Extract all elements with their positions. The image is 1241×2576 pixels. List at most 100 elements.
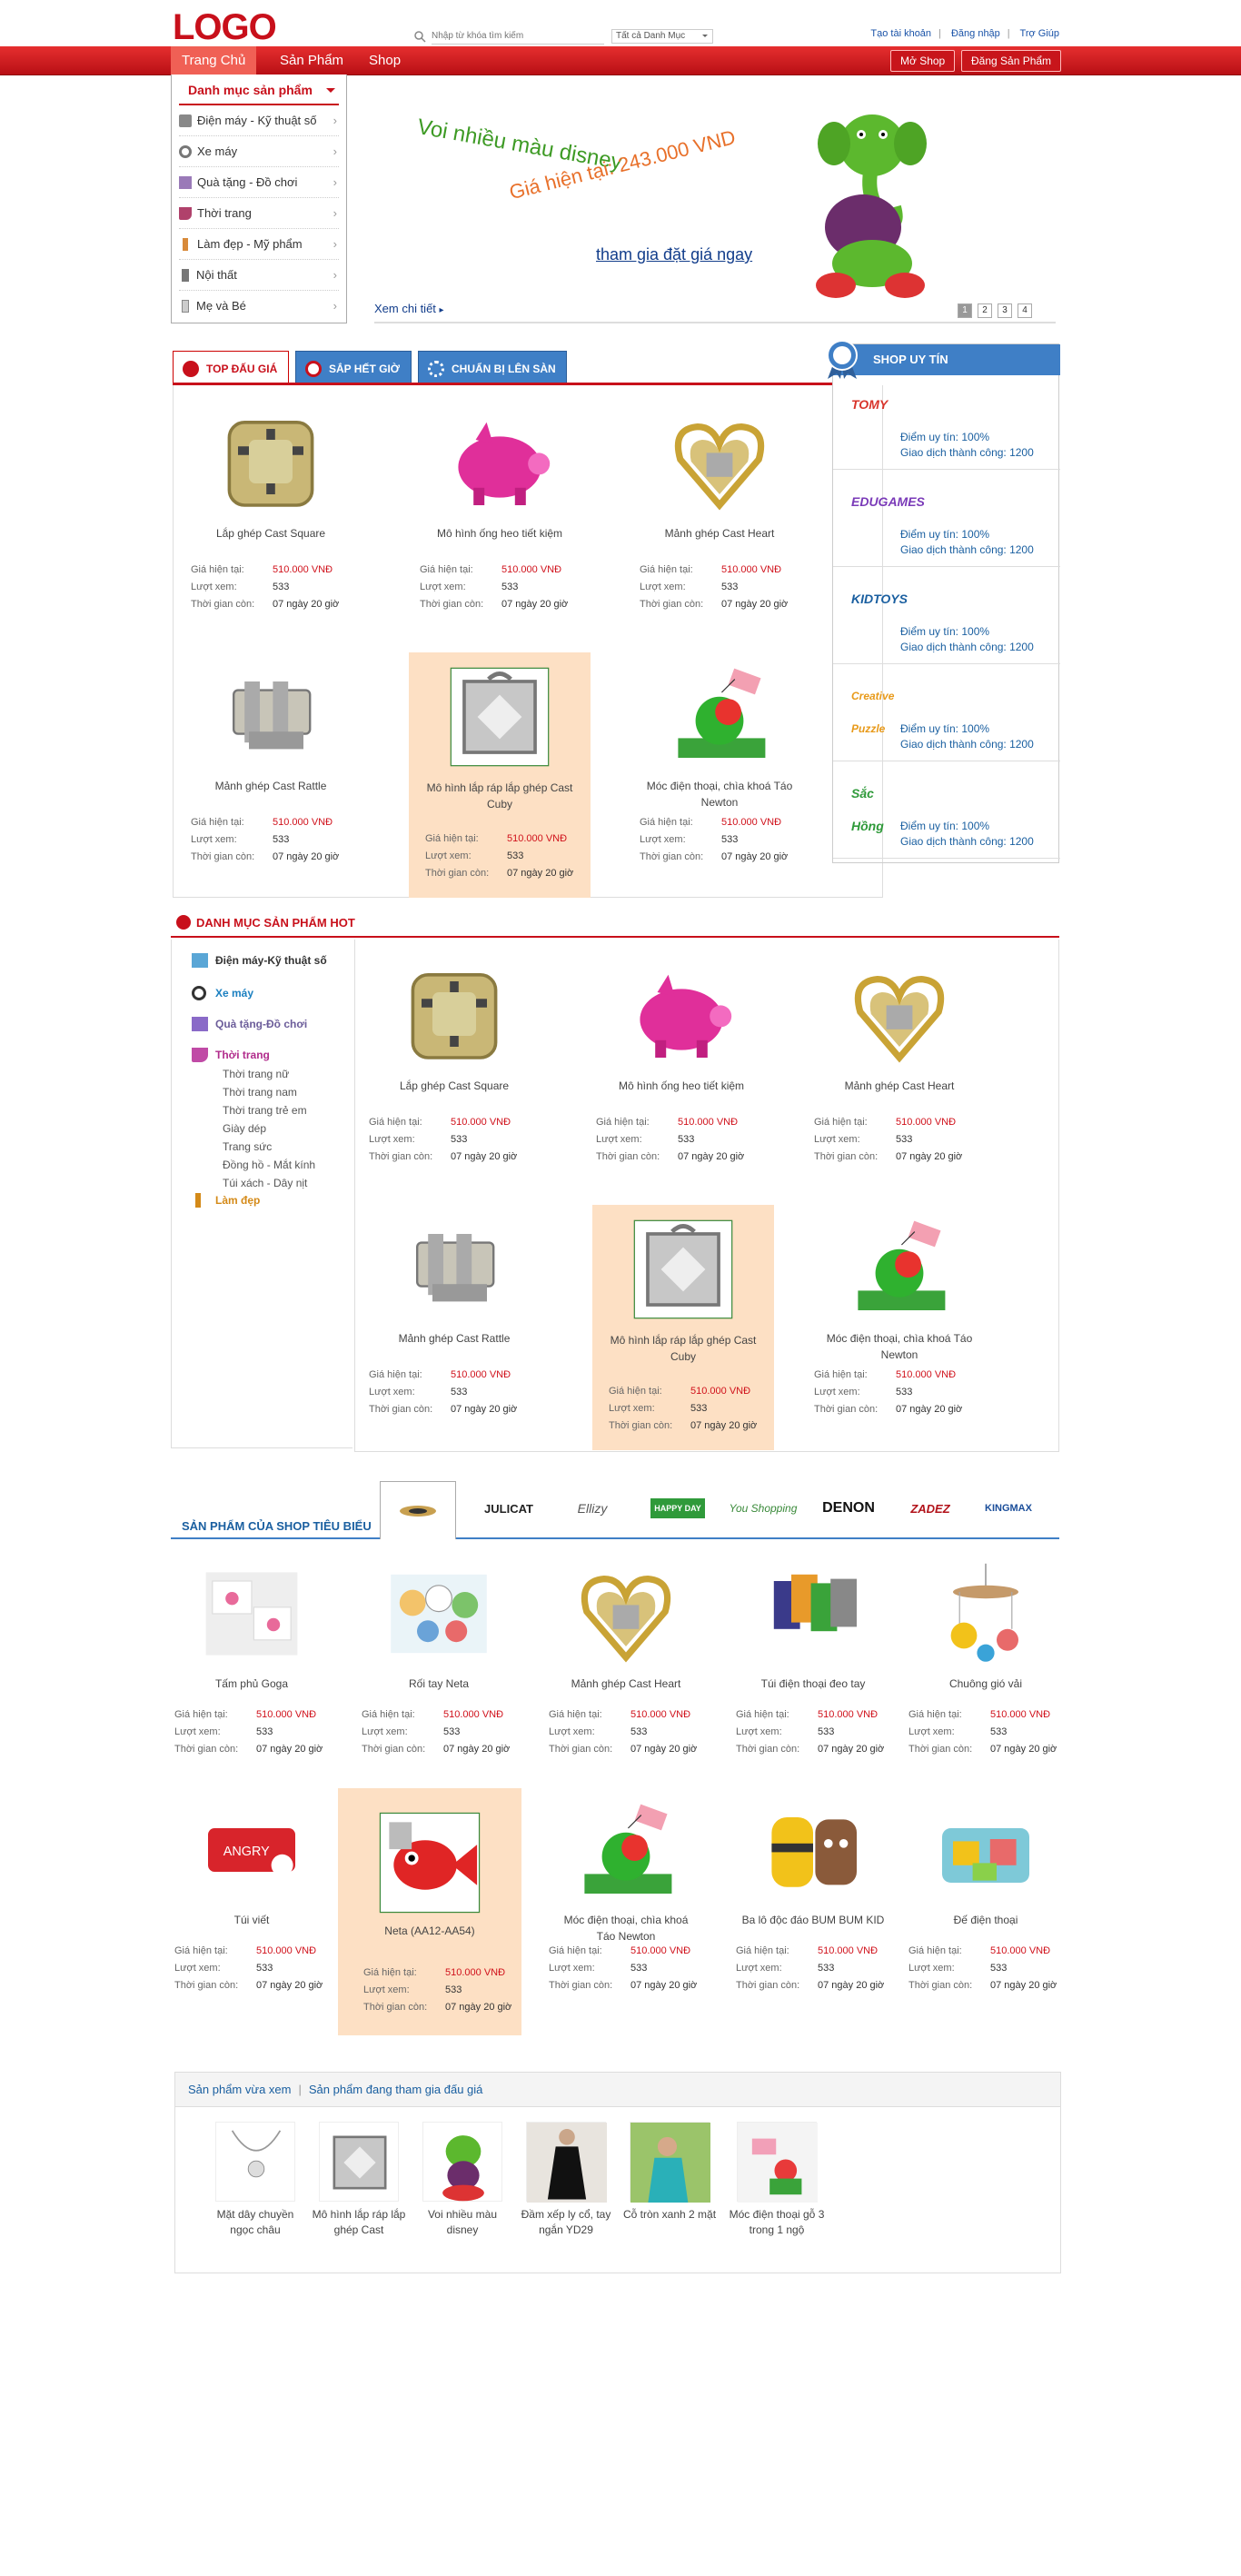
- product-name[interactable]: Mảnh ghép Cast Rattle: [189, 778, 352, 794]
- recent-item-name[interactable]: Cỗ tròn xanh 2 mặt: [619, 2207, 720, 2223]
- banner-page-2[interactable]: 2: [978, 303, 992, 318]
- product-name[interactable]: Mô hình ống heo tiết kiệm: [600, 1078, 763, 1094]
- recent-item[interactable]: Mặt dây chuyền ngọc châu: [204, 2122, 306, 2238]
- shop-logo[interactable]: Sắc Hồng: [851, 777, 909, 833]
- tab-top-auction[interactable]: TOP ĐẤU GIÁ: [173, 351, 289, 385]
- shop-item[interactable]: Creative Puzzle Điểm uy tín: 100% Giao dị…: [833, 669, 1060, 761]
- recent-item-name[interactable]: Mô hình lắp ráp lắp ghép Cast: [308, 2207, 410, 2238]
- product-card[interactable]: Mô hình lắp ráp lắp ghép Cast Cuby Giá h…: [409, 652, 591, 898]
- recent-item[interactable]: Mô hình lắp ráp lắp ghép Cast: [308, 2122, 410, 2238]
- brand-tab-active[interactable]: [380, 1481, 456, 1539]
- product-card[interactable]: Neta (AA12-AA54) Giá hiện tại: 510.000 VN…: [338, 1788, 521, 2035]
- sub-men[interactable]: Thời trang nam: [223, 1083, 315, 1101]
- product-image[interactable]: [845, 1212, 954, 1324]
- banner-cta-link[interactable]: tham gia đặt giá ngay: [596, 245, 752, 264]
- category-item-beauty[interactable]: Làm đẹp - Mỹ phẩm: [179, 229, 339, 260]
- product-name[interactable]: Rối tay Neta: [367, 1676, 511, 1692]
- banner-page-1[interactable]: 1: [958, 303, 972, 318]
- hot-cat-fashion[interactable]: Thời trang: [192, 1047, 270, 1063]
- recent-item-image[interactable]: [319, 2122, 399, 2202]
- product-name[interactable]: Móc điện thoại, chìa khoá Táo Newton: [638, 778, 801, 811]
- product-name[interactable]: Lắp ghép Cast Square: [189, 525, 352, 542]
- shop-item[interactable]: Sắc Hồng Điểm uy tín: 100% Giao dịch thàn…: [833, 766, 1060, 859]
- brand-ellizy[interactable]: Ellizy: [556, 1481, 629, 1536]
- nav-products[interactable]: Sản Phẩm: [269, 46, 354, 75]
- sub-kids[interactable]: Thời trang trẻ em: [223, 1101, 315, 1119]
- category-item-furniture[interactable]: Nội thất: [179, 260, 339, 291]
- product-card[interactable]: Mảnh ghép Cast Heart Giá hiện tại: 510.00…: [545, 1552, 707, 1779]
- brand-happyday[interactable]: HAPPY DAY: [641, 1481, 714, 1536]
- product-image[interactable]: ANGRY: [197, 1795, 306, 1907]
- category-menu-title[interactable]: Danh mục sản phẩm: [179, 75, 339, 105]
- logo[interactable]: LOGO: [173, 7, 277, 48]
- tab-ending-soon[interactable]: SẮP HẾT GIỜ: [295, 351, 412, 385]
- brand-kingmax[interactable]: KINGMAX: [972, 1481, 1045, 1536]
- category-item-motorbike[interactable]: Xe máy: [179, 136, 339, 167]
- recent-item-name[interactable]: Đầm xếp ly cổ, tay ngắn YD29: [515, 2207, 617, 2238]
- product-image[interactable]: [628, 1214, 739, 1328]
- sub-watches[interactable]: Đồng hồ - Mắt kính: [223, 1156, 315, 1174]
- login-link[interactable]: Đăng nhập: [951, 28, 1000, 39]
- product-image[interactable]: [845, 960, 954, 1071]
- shop-logo[interactable]: TOMY: [851, 388, 909, 421]
- product-image[interactable]: [759, 1795, 868, 1907]
- sub-women[interactable]: Thời trang nữ: [223, 1065, 315, 1083]
- product-name[interactable]: Mô hình lắp ráp lắp ghép Cast Cuby: [601, 1332, 765, 1365]
- recent-item-name[interactable]: Voi nhiều màu disney: [412, 2207, 513, 2238]
- recent-item[interactable]: Voi nhiều màu disney: [412, 2122, 513, 2238]
- product-name[interactable]: Mảnh ghép Cast Heart: [638, 525, 801, 542]
- product-card[interactable]: Ba lô độc đáo BUM BUM KID Giá hiện tại: 5…: [732, 1788, 894, 2015]
- product-card[interactable]: Tấm phủ Goga Giá hiện tại: 510.000 VNĐ Lư…: [171, 1552, 333, 1779]
- search-icon[interactable]: [413, 30, 426, 43]
- product-card[interactable]: Mảnh ghép Cast Heart Giá hiện tại: 510.00…: [809, 952, 990, 1179]
- help-link[interactable]: Trợ Giúp: [1020, 28, 1059, 39]
- product-card[interactable]: Đế điện thoại Giá hiện tại: 510.000 VNĐ L…: [905, 1788, 1067, 2015]
- shop-logo[interactable]: EDUGAMES: [851, 485, 925, 518]
- product-card[interactable]: Lắp ghép Cast Square Giá hiện tại: 510.00…: [180, 400, 362, 636]
- post-product-button[interactable]: Đăng Sản Phẩm: [961, 50, 1062, 72]
- banner-page-3[interactable]: 3: [998, 303, 1012, 318]
- hot-cat-electronics[interactable]: Điện máy-Kỹ thuật số: [192, 952, 327, 969]
- tab-recently-viewed[interactable]: Sản phẩm vừa xem: [188, 2083, 291, 2096]
- product-card[interactable]: Mô hình ống heo tiết kiệm Giá hiện tại: 5…: [591, 952, 772, 1179]
- product-card[interactable]: Móc điện thoại, chìa khoá Táo Newton Giá…: [629, 652, 810, 889]
- product-image[interactable]: [665, 660, 774, 771]
- product-image[interactable]: [931, 1559, 1040, 1671]
- product-card[interactable]: Chuông gió vải Giá hiện tại: 510.000 VNĐ …: [905, 1552, 1067, 1779]
- shop-logo[interactable]: KIDTOYS: [851, 582, 909, 615]
- product-image[interactable]: [571, 1559, 680, 1671]
- recent-item-image[interactable]: [526, 2122, 607, 2203]
- product-card[interactable]: Lắp ghép Cast Square Giá hiện tại: 510.00…: [363, 952, 545, 1179]
- product-image[interactable]: [627, 960, 736, 1071]
- shop-item[interactable]: EDUGAMES Điểm uy tín: 100% Giao dịch thàn…: [833, 474, 1060, 567]
- category-select[interactable]: Tất cả Danh Mục: [611, 29, 713, 44]
- product-name[interactable]: Mảnh ghép Cast Heart: [554, 1676, 698, 1692]
- product-name[interactable]: Đế điện thoại: [914, 1912, 1057, 1928]
- product-image[interactable]: [400, 1212, 509, 1324]
- product-image[interactable]: [571, 1795, 680, 1907]
- product-card[interactable]: ANGRY Túi viết Giá hiện tại: 510.000 VNĐ …: [171, 1788, 333, 2015]
- product-image[interactable]: [197, 1559, 306, 1671]
- product-image[interactable]: [216, 660, 325, 771]
- banner-more-link[interactable]: Xem chi tiết ▸: [374, 302, 444, 315]
- sub-jewelry[interactable]: Trang sức: [223, 1138, 315, 1156]
- recent-item-name[interactable]: Mặt dây chuyền ngọc châu: [204, 2207, 306, 2238]
- product-name[interactable]: Móc điện thoại, chìa khoá Táo Newton: [818, 1330, 981, 1363]
- nav-home[interactable]: Trang Chủ: [171, 46, 257, 75]
- product-name[interactable]: Mô hình lắp ráp lắp ghép Cast Cuby: [418, 780, 581, 812]
- product-name[interactable]: Ba lô độc đáo BUM BUM KID: [741, 1912, 885, 1928]
- tab-bidding[interactable]: Sản phẩm đang tham gia đấu giá: [309, 2083, 483, 2096]
- recent-item-name[interactable]: Móc điện thoại gỗ 3 trong 1 ngộ: [726, 2207, 828, 2238]
- shop-item[interactable]: TOMY Điểm uy tín: 100% Giao dịch thành cô…: [833, 377, 1060, 470]
- product-name[interactable]: Lắp ghép Cast Square: [372, 1078, 536, 1094]
- promo-banner[interactable]: Voi nhiều màu disney Giá hiện tại: 243.0…: [352, 75, 1059, 323]
- product-name[interactable]: Túi điện thoại đeo tay: [741, 1676, 885, 1692]
- recent-item-image[interactable]: [737, 2122, 818, 2203]
- product-card[interactable]: Móc điện thoại, chìa khoá Táo Newton Giá…: [809, 1205, 990, 1432]
- recent-item-image[interactable]: [630, 2122, 710, 2203]
- product-name[interactable]: Neta (AA12-AA54): [347, 1923, 512, 1939]
- product-name[interactable]: Tấm phủ Goga: [180, 1676, 323, 1692]
- product-image[interactable]: [400, 960, 509, 1071]
- open-shop-button[interactable]: Mở Shop: [890, 50, 956, 72]
- product-image[interactable]: [759, 1559, 868, 1671]
